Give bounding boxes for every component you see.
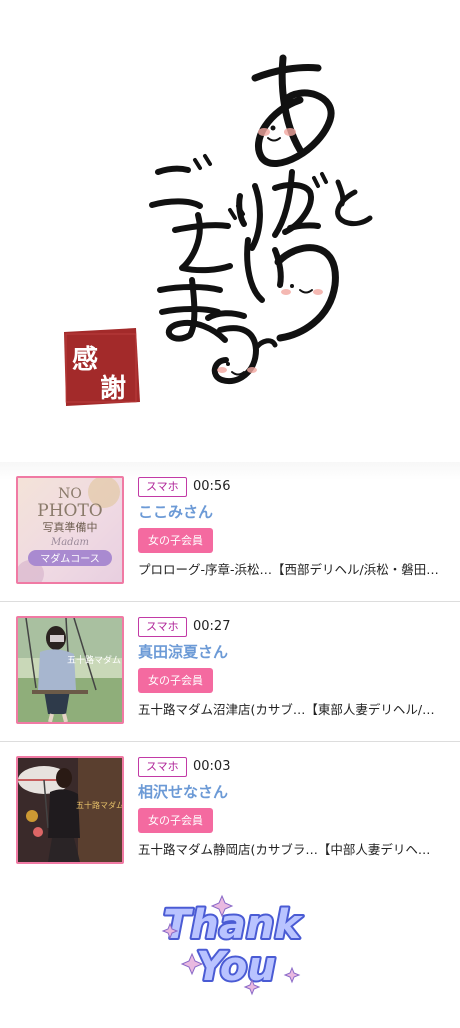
thanks-text-line2: You xyxy=(196,944,276,990)
arigatou-calligraphy-illustration: 感 謝 xyxy=(64,54,373,406)
visitor-name-link[interactable]: 真田涼夏さん xyxy=(138,641,228,663)
svg-text:PHOTO: PHOTO xyxy=(37,501,102,521)
visit-time: 00:03 xyxy=(193,759,231,774)
thank-you-footer-image: Thank Thank You You xyxy=(0,880,460,1024)
svg-text:写真準備中: 写真準備中 xyxy=(43,520,98,534)
svg-text:NO: NO xyxy=(58,486,82,502)
list-item[interactable]: 五十路マダム スマホ 00:03 相沢せなさん 女の子会員 五十路マダム静岡店(… xyxy=(0,742,460,882)
profile-thumbnail[interactable]: 五十路マダム xyxy=(16,616,124,724)
device-badge: スマホ xyxy=(138,477,187,497)
thanks-text-line1: Thank xyxy=(163,902,303,948)
list-item[interactable]: NO PHOTO 写真準備中 Madam マダムコース スマホ 00:56 ここ… xyxy=(0,462,460,602)
shop-info: 五十路マダム静岡店(カサブラ…【中部人妻デリヘ… xyxy=(138,842,431,857)
seal-char-2: 謝 xyxy=(100,373,126,404)
member-type-badge: 女の子会員 xyxy=(138,808,213,833)
seal-char-1: 感 xyxy=(72,345,98,375)
shop-info: 五十路マダム沼津店(カサブ…【東部人妻デリヘル/… xyxy=(138,702,435,717)
member-type-badge: 女の子会員 xyxy=(138,528,213,553)
visitor-history-list: NO PHOTO 写真準備中 Madam マダムコース スマホ 00:56 ここ… xyxy=(0,462,460,882)
svg-text:五十路マダム: 五十路マダム xyxy=(67,654,121,666)
svg-text:五十路マダム: 五十路マダム xyxy=(76,800,122,810)
device-badge: スマホ xyxy=(138,617,187,637)
thank-you-hero-image: 感 謝 xyxy=(0,0,460,462)
profile-thumbnail[interactable]: 五十路マダム xyxy=(16,756,124,864)
list-item[interactable]: 五十路マダム スマホ 00:27 真田涼夏さん 女の子会員 五十路マダム沼津店(… xyxy=(0,602,460,742)
svg-text:Madam: Madam xyxy=(50,537,89,548)
device-badge: スマホ xyxy=(138,757,187,777)
member-type-badge: 女の子会員 xyxy=(138,668,213,693)
visitor-name-link[interactable]: ここみさん xyxy=(138,501,213,523)
thank-you-sticker: Thank Thank You You xyxy=(161,894,305,996)
profile-thumbnail[interactable]: NO PHOTO 写真準備中 Madam マダムコース xyxy=(16,476,124,584)
visit-time: 00:27 xyxy=(193,619,231,634)
visit-time: 00:56 xyxy=(193,479,231,494)
svg-text:マダムコース: マダムコース xyxy=(40,552,100,565)
visitor-name-link[interactable]: 相沢せなさん xyxy=(138,781,228,803)
shop-info: プロローグ-序章-浜松…【西部デリヘル/浜松・磐田… xyxy=(138,562,439,577)
